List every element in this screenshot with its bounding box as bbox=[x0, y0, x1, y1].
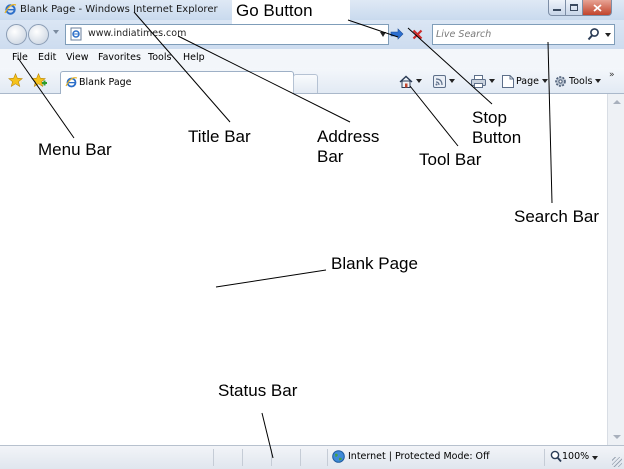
page-menu-label: Page bbox=[516, 75, 539, 87]
forward-button[interactable] bbox=[28, 24, 49, 45]
print-button[interactable] bbox=[471, 73, 495, 89]
zoom-magnifier-icon[interactable] bbox=[550, 450, 562, 463]
annotation-go-button: Go Button bbox=[236, 1, 313, 20]
menu-bar: File Edit View Favorites Tools Help bbox=[0, 49, 624, 69]
window-title: Blank Page - Windows Internet Explorer bbox=[20, 4, 218, 15]
favorites-star-icon[interactable] bbox=[8, 73, 23, 88]
search-options-dropdown[interactable] bbox=[605, 33, 611, 37]
back-button[interactable] bbox=[6, 24, 27, 45]
navigation-bar: www.indiatimes.com bbox=[0, 20, 624, 49]
address-dropdown-icon[interactable] bbox=[380, 32, 386, 37]
scroll-down-icon[interactable] bbox=[613, 435, 621, 439]
tools-dropdown-icon bbox=[595, 79, 602, 83]
close-button[interactable] bbox=[582, 0, 612, 16]
go-arrow-icon bbox=[390, 28, 404, 40]
toolbar-overflow-chevron-icon[interactable]: » bbox=[609, 70, 615, 80]
feeds-icon bbox=[433, 74, 446, 88]
maximize-icon bbox=[570, 4, 578, 11]
annotation-blank-page: Blank Page bbox=[331, 254, 418, 273]
print-dropdown-icon[interactable] bbox=[489, 79, 495, 83]
status-divider bbox=[242, 449, 243, 466]
menu-tools[interactable]: Tools bbox=[148, 52, 171, 63]
stop-x-icon bbox=[412, 29, 422, 39]
address-bar[interactable]: www.indiatimes.com bbox=[65, 24, 389, 45]
home-dropdown-icon[interactable] bbox=[416, 79, 422, 83]
scroll-up-icon[interactable] bbox=[613, 100, 621, 104]
page-menu-button[interactable]: Page bbox=[502, 73, 548, 89]
status-divider bbox=[271, 449, 272, 466]
annotation-status-bar: Status Bar bbox=[218, 381, 298, 400]
feeds-dropdown-icon[interactable] bbox=[449, 79, 455, 83]
new-tab-button[interactable] bbox=[293, 74, 318, 93]
recent-pages-dropdown[interactable] bbox=[53, 30, 59, 34]
menu-favorites[interactable]: Favorites bbox=[98, 52, 141, 63]
print-icon bbox=[471, 74, 486, 88]
tools-menu-label: Tools bbox=[569, 75, 593, 87]
annotation-menu-bar: Menu Bar bbox=[38, 140, 112, 159]
resize-grip-icon[interactable] bbox=[612, 457, 622, 467]
annotation-tool-bar: Tool Bar bbox=[419, 150, 482, 169]
tools-gear-icon bbox=[555, 75, 566, 87]
ie-logo-icon bbox=[4, 4, 17, 15]
tab-blank-page[interactable]: Blank Page bbox=[60, 71, 294, 94]
search-input[interactable] bbox=[436, 27, 576, 41]
annotation-address-bar: Address Bar bbox=[317, 127, 380, 166]
status-divider bbox=[327, 449, 328, 466]
menu-view[interactable]: View bbox=[66, 52, 89, 63]
home-button[interactable] bbox=[399, 73, 422, 89]
annotation-title-bar: Title Bar bbox=[188, 127, 251, 146]
menu-edit[interactable]: Edit bbox=[38, 52, 56, 63]
page-dropdown-icon bbox=[542, 79, 548, 83]
menu-file[interactable]: File bbox=[12, 52, 28, 63]
page-tab-icon bbox=[65, 77, 78, 88]
zoom-dropdown-icon[interactable] bbox=[592, 456, 598, 460]
annotation-search-bar: Search Bar bbox=[514, 207, 600, 226]
annotation-stop-button: Stop Button bbox=[472, 108, 522, 147]
search-bar[interactable] bbox=[432, 24, 615, 45]
search-icon[interactable] bbox=[587, 27, 600, 41]
add-favorites-icon[interactable] bbox=[31, 73, 47, 88]
status-divider bbox=[544, 449, 545, 466]
go-button[interactable] bbox=[388, 25, 406, 43]
stop-button[interactable] bbox=[408, 25, 426, 43]
feeds-button[interactable] bbox=[433, 73, 455, 89]
minimize-icon bbox=[553, 8, 561, 11]
security-zone-text[interactable]: Internet | Protected Mode: Off bbox=[348, 451, 490, 462]
tools-menu-button[interactable]: Tools bbox=[554, 73, 602, 89]
vertical-scrollbar[interactable] bbox=[607, 94, 624, 445]
status-divider bbox=[300, 449, 301, 466]
tab-bar: Blank Page Page Tools » bbox=[0, 68, 624, 94]
close-icon bbox=[592, 3, 602, 12]
address-text[interactable]: www.indiatimes.com bbox=[88, 28, 186, 39]
internet-globe-icon bbox=[332, 450, 345, 463]
home-icon bbox=[399, 75, 413, 88]
minimize-button[interactable] bbox=[548, 0, 566, 16]
tab-title: Blank Page bbox=[79, 77, 132, 88]
zoom-level[interactable]: 100% bbox=[562, 451, 589, 462]
status-divider bbox=[213, 449, 214, 466]
page-icon bbox=[70, 27, 82, 41]
status-bar: Internet | Protected Mode: Off 100% bbox=[0, 445, 624, 469]
menu-help[interactable]: Help bbox=[183, 52, 205, 63]
maximize-button[interactable] bbox=[565, 0, 583, 16]
page-menu-icon bbox=[502, 74, 514, 88]
